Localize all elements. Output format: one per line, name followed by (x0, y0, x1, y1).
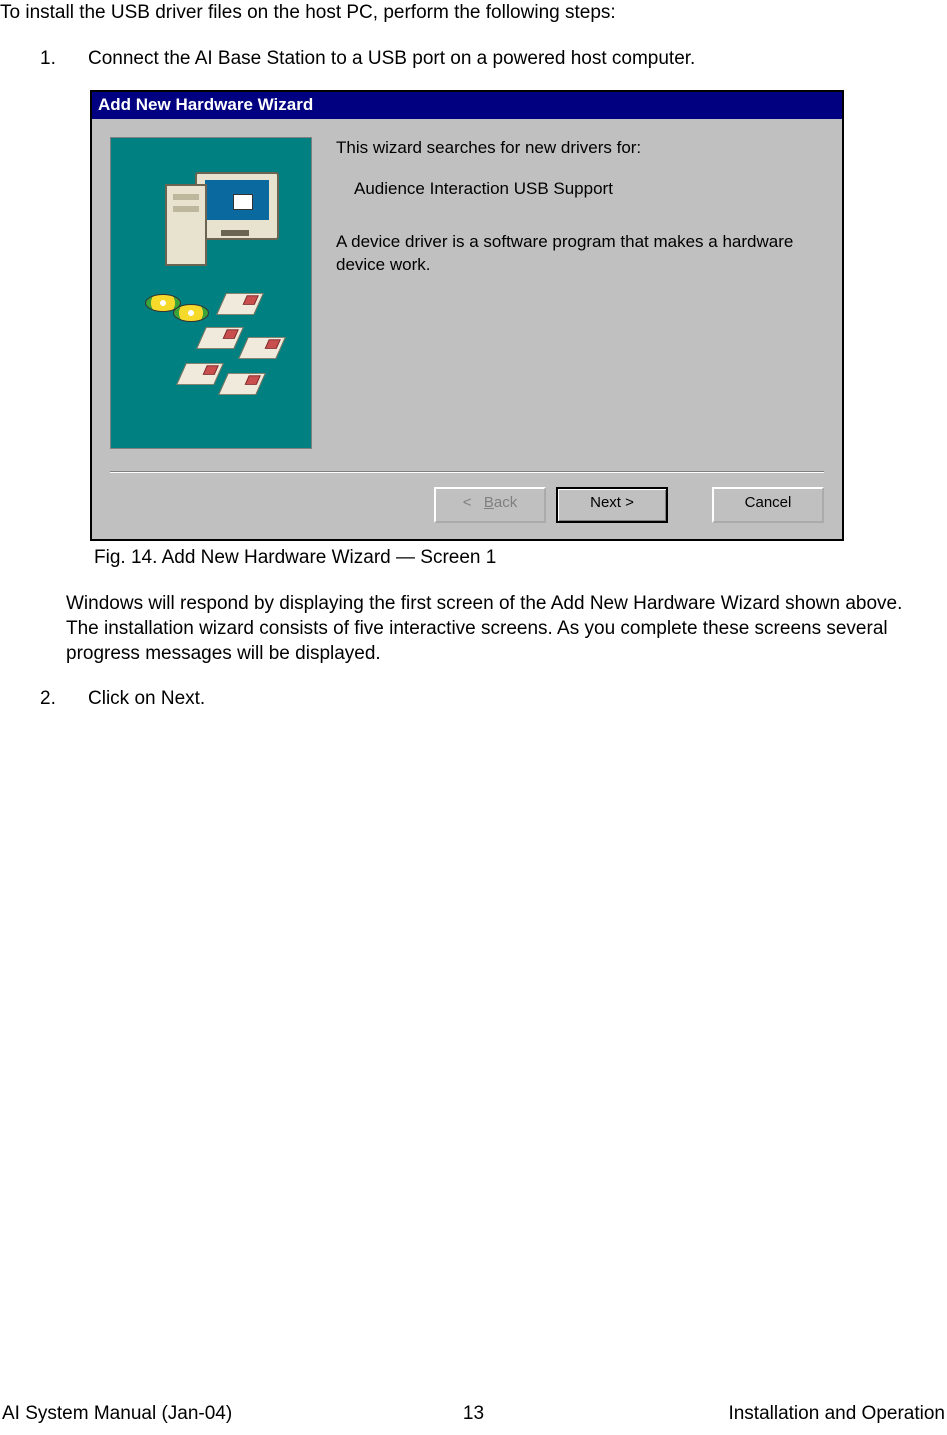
back-mnemonic: B (484, 494, 494, 511)
step-1: 1. Connect the AI Base Station to a USB … (40, 48, 941, 70)
page-footer: AI System Manual (Jan-04) 13 Installatio… (0, 1403, 947, 1425)
wizard-line2: A device driver is a software program th… (336, 231, 818, 277)
footer-page-number: 13 (0, 1403, 947, 1425)
step-2-number: 2. (40, 688, 88, 710)
back-lt: < (463, 494, 472, 511)
step-1-number: 1. (40, 48, 88, 70)
step-2-text: Click on Next. (88, 688, 941, 710)
floppy-icon (218, 373, 266, 395)
figure-caption: Fig. 14. Add New Hardware Wizard — Scree… (94, 547, 941, 569)
cancel-button[interactable]: Cancel (712, 487, 824, 523)
wizard-line1: This wizard searches for new drivers for… (336, 137, 818, 160)
back-button: < Back (434, 487, 546, 523)
intro-text: To install the USB driver files on the h… (0, 2, 941, 24)
step-2: 2. Click on Next. (40, 688, 941, 710)
wizard-explanation: Windows will respond by displaying the f… (66, 591, 935, 666)
wizard-screenshot: Add New Hardware Wizard This wizard sear… (90, 90, 941, 569)
floppy-icon (196, 327, 244, 349)
floppy-icon (238, 337, 286, 359)
wizard-device-name: Audience Interaction USB Support (336, 178, 818, 201)
cd-icon (173, 304, 209, 322)
step-1-text: Connect the AI Base Station to a USB por… (88, 48, 941, 70)
wizard-titlebar: Add New Hardware Wizard (92, 92, 842, 119)
floppy-icon (176, 363, 224, 385)
back-rest: ack (494, 494, 517, 511)
floppy-icon (216, 293, 264, 315)
wizard-window: Add New Hardware Wizard This wizard sear… (90, 90, 844, 541)
next-button[interactable]: Next > (556, 487, 668, 523)
wizard-illustration (110, 137, 312, 449)
